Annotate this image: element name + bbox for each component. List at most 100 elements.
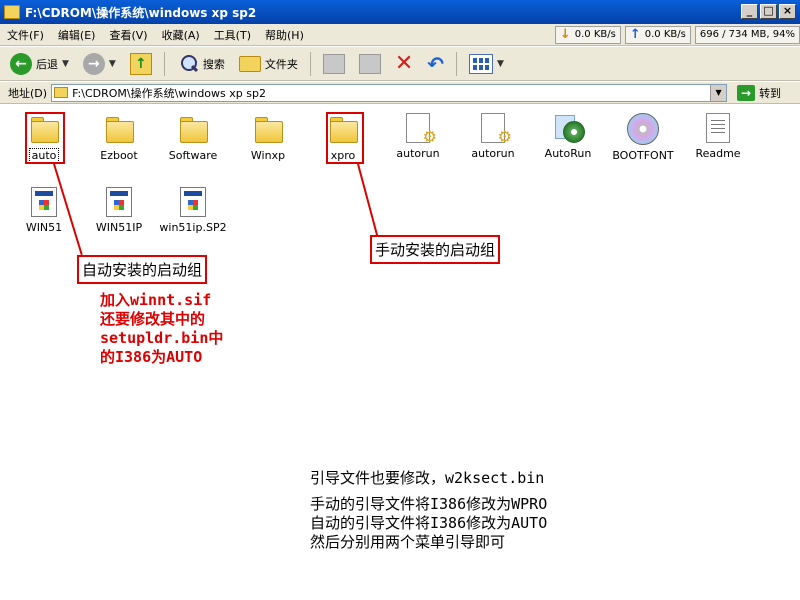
menu-bar: 文件(F) 编辑(E) 查看(V) 收藏(A) 工具(T) 帮助(H) ↓ 0.… bbox=[0, 24, 800, 46]
toolbar-separator bbox=[456, 51, 458, 76]
file-name: Software bbox=[168, 149, 218, 162]
address-input[interactable]: F:\CDROM\操作系统\windows xp sp2 ▼ bbox=[51, 83, 728, 102]
file-name: Ezboot bbox=[100, 149, 138, 162]
up-folder-icon: ↑ bbox=[129, 52, 152, 75]
auto-note-line: setupldr.bin中 bbox=[100, 329, 224, 347]
file-name: win51ip.SP2 bbox=[159, 221, 227, 234]
file-name: WIN51 bbox=[25, 221, 63, 234]
file-item[interactable]: Winxp bbox=[228, 113, 308, 162]
menu-help[interactable]: 帮助(H) bbox=[258, 27, 311, 43]
toolbar-separator bbox=[309, 51, 311, 76]
back-button[interactable]: ← 后退 ▼ bbox=[6, 50, 73, 78]
auto-group-label: 自动安装的启动组 bbox=[77, 255, 208, 284]
script-file-icon bbox=[406, 113, 437, 146]
title-bar[interactable]: F:\CDROM\操作系统\windows xp sp2 _ □ × bbox=[0, 0, 800, 24]
chevron-down-icon: ▼ bbox=[62, 58, 69, 69]
file-item[interactable]: Ezboot bbox=[79, 113, 159, 162]
menu-edit[interactable]: 编辑(E) bbox=[51, 27, 103, 43]
file-name: Readme bbox=[695, 147, 741, 160]
copy-to-button[interactable] bbox=[355, 50, 385, 78]
move-to-icon bbox=[322, 53, 345, 74]
folder-icon bbox=[177, 113, 209, 145]
views-button[interactable]: ▼ bbox=[465, 50, 508, 78]
minimize-button[interactable]: _ bbox=[741, 4, 758, 19]
address-label: 地址(D) bbox=[8, 86, 48, 100]
address-value: F:\CDROM\操作系统\windows xp sp2 bbox=[72, 86, 266, 100]
boot-note-line: 引导文件也要修改，w2ksect.bin bbox=[310, 469, 545, 487]
delete-button[interactable]: ✕ bbox=[391, 50, 417, 78]
close-button[interactable]: × bbox=[779, 4, 796, 19]
address-dropdown-button[interactable]: ▼ bbox=[710, 84, 727, 101]
maximize-button[interactable]: □ bbox=[760, 4, 777, 19]
file-name: BOOTFONT bbox=[612, 149, 674, 162]
chevron-down-icon: ▼ bbox=[108, 58, 116, 69]
file-name: AutoRun bbox=[544, 147, 592, 160]
file-name: autorun bbox=[471, 147, 515, 160]
file-item[interactable]: Readme bbox=[678, 113, 758, 160]
menu-favorites[interactable]: 收藏(A) bbox=[155, 27, 207, 43]
upload-speed-value: 0.0 KB/s bbox=[644, 29, 686, 40]
search-button[interactable]: 搜索 bbox=[173, 50, 229, 78]
search-icon bbox=[177, 53, 199, 75]
menu-file[interactable]: 文件(F) bbox=[0, 27, 51, 43]
go-button[interactable]: → 转到 bbox=[737, 84, 782, 101]
file-item[interactable]: BOOTFONT bbox=[603, 113, 683, 162]
undo-icon: ↶ bbox=[427, 51, 445, 76]
autorun-exe-icon bbox=[553, 113, 585, 143]
back-arrow-icon: ← bbox=[10, 52, 32, 75]
go-label: 转到 bbox=[759, 86, 782, 100]
file-list-view[interactable]: auto Ezboot Software Winxp xpro autorun … bbox=[0, 105, 800, 600]
xpro-highlight-box bbox=[326, 112, 364, 164]
file-name: autorun bbox=[396, 147, 440, 160]
network-monitor: ↓ 0.0 KB/s ↑ 0.0 KB/s 696 / 734 MB, 94% bbox=[554, 25, 800, 44]
toolbar-separator bbox=[163, 51, 165, 76]
file-item[interactable]: AutoRun bbox=[528, 113, 608, 160]
folder-icon bbox=[54, 87, 69, 98]
download-speed: ↓ 0.0 KB/s bbox=[554, 25, 621, 44]
delete-icon: ✕ bbox=[394, 50, 414, 76]
file-item[interactable]: win51ip.SP2 bbox=[153, 187, 233, 234]
auto-note-line: 的I386为AUTO bbox=[100, 348, 203, 366]
boot-note-line: 手动的引导文件将I386修改为WPRO bbox=[310, 495, 548, 513]
boot-note-line: 然后分别用两个菜单引导即可 bbox=[310, 533, 506, 551]
toolbar: ← 后退 ▼ → ▼ ↑ 搜索 文件夹 ✕ ↶ ▼ bbox=[0, 47, 800, 81]
boot-file-note: 引导文件也要修改，w2ksect.bin 手动的引导文件将I386修改为WPRO 自… bbox=[310, 469, 547, 552]
disc-icon bbox=[627, 113, 659, 145]
file-name: Winxp bbox=[250, 149, 286, 162]
system-file-icon bbox=[180, 187, 206, 217]
system-file-icon bbox=[31, 187, 57, 217]
memory-usage-value: 696 / 734 MB, 94% bbox=[699, 29, 795, 40]
forward-button[interactable]: → ▼ bbox=[79, 50, 120, 78]
download-arrow-icon: ↓ bbox=[559, 27, 571, 42]
script-file-icon bbox=[481, 113, 512, 146]
up-folder-button[interactable]: ↑ bbox=[126, 50, 156, 78]
folder-icon bbox=[103, 113, 135, 145]
folder-icon bbox=[252, 113, 284, 145]
folders-button[interactable]: 文件夹 bbox=[235, 50, 302, 78]
file-item[interactable]: WIN51IP bbox=[79, 187, 159, 234]
download-speed-value: 0.0 KB/s bbox=[574, 29, 616, 40]
file-name: WIN51IP bbox=[95, 221, 143, 234]
back-label: 后退 bbox=[36, 57, 58, 71]
menu-tools[interactable]: 工具(T) bbox=[207, 27, 258, 43]
views-icon bbox=[469, 53, 494, 74]
upload-speed: ↑ 0.0 KB/s bbox=[624, 25, 691, 44]
auto-note-line: 加入winnt.sif bbox=[100, 291, 212, 309]
file-item[interactable]: autorun bbox=[378, 113, 458, 160]
file-item[interactable]: Software bbox=[153, 113, 233, 162]
file-item[interactable]: autorun bbox=[453, 113, 533, 160]
window-controls: _ □ × bbox=[741, 4, 796, 19]
undo-button[interactable]: ↶ bbox=[423, 50, 448, 78]
forward-arrow-icon: → bbox=[82, 52, 105, 75]
menu-view[interactable]: 查看(V) bbox=[102, 27, 154, 43]
manual-group-label: 手动安装的启动组 bbox=[370, 235, 501, 264]
go-arrow-icon: → bbox=[737, 84, 756, 101]
auto-note-line: 还要修改其中的 bbox=[100, 310, 206, 328]
search-label: 搜索 bbox=[202, 57, 225, 71]
move-to-button[interactable] bbox=[319, 50, 349, 78]
chevron-down-icon: ▼ bbox=[497, 58, 504, 69]
upload-arrow-icon: ↑ bbox=[629, 27, 641, 42]
window-title: F:\CDROM\操作系统\windows xp sp2 bbox=[25, 5, 257, 20]
folders-label: 文件夹 bbox=[264, 57, 298, 71]
boot-note-spacer bbox=[310, 488, 547, 495]
